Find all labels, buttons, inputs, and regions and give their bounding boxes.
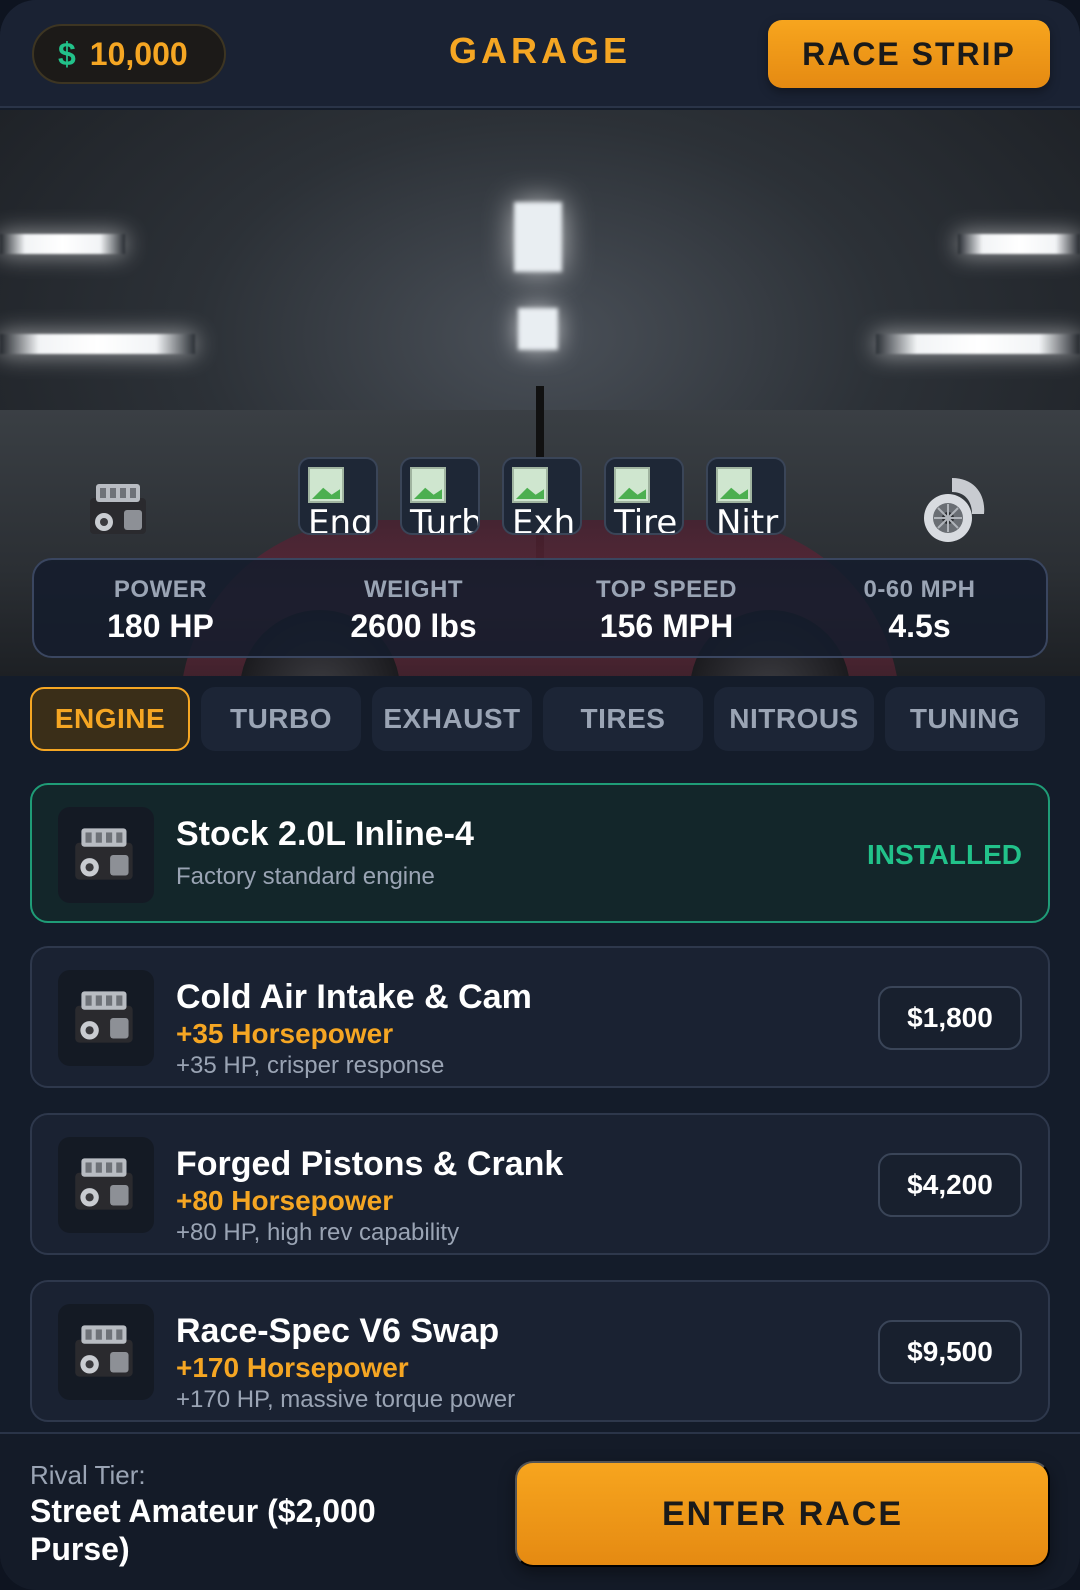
part-name: Race-Spec V6 Swap bbox=[176, 1312, 500, 1350]
engine-icon bbox=[58, 807, 154, 903]
category-tabs: ENGINE TURBO EXHAUST TIRES NITROUS TUNIN… bbox=[30, 687, 1050, 753]
part-subtitle: Factory standard engine bbox=[176, 863, 435, 890]
bottom-bar: Rival Tier: Street Amateur ($2,000 Purse… bbox=[0, 1432, 1080, 1590]
part-description: +80 HP, high rev capability bbox=[176, 1219, 460, 1246]
parts-list: Stock 2.0L Inline-4 Factory standard eng… bbox=[30, 783, 1050, 1447]
ceiling-light bbox=[0, 334, 195, 354]
buy-button[interactable]: $4,200 bbox=[878, 1153, 1022, 1217]
slot-tires[interactable]: Tire bbox=[604, 457, 684, 535]
top-bar: $ 10,000 GARAGE RACE STRIP bbox=[0, 0, 1080, 108]
part-name: Cold Air Intake & Cam bbox=[176, 978, 532, 1016]
stat-value: 4.5s bbox=[888, 608, 951, 644]
part-bonus: +80 Horsepower bbox=[176, 1185, 394, 1216]
tab-tires[interactable]: TIRES bbox=[543, 687, 703, 751]
ceiling-light bbox=[876, 334, 1080, 354]
slot-turbo[interactable]: Turb bbox=[400, 457, 480, 535]
stat-power: POWER 180 HP bbox=[34, 560, 287, 656]
enter-race-button[interactable]: ENTER RACE bbox=[515, 1461, 1050, 1567]
installed-badge: INSTALLED bbox=[866, 839, 1022, 870]
part-card-installed[interactable]: Stock 2.0L Inline-4 Factory standard eng… bbox=[30, 783, 1050, 923]
race-strip-button[interactable]: RACE STRIP bbox=[768, 20, 1050, 88]
garage-scene: Eng Turb Exh Tire Nitr POWER 180 HP WEIG… bbox=[0, 110, 1080, 676]
stat-value: 2600 lbs bbox=[350, 608, 477, 644]
broken-image-icon bbox=[614, 467, 650, 503]
broken-image-icon bbox=[512, 467, 548, 503]
broken-image-icon bbox=[716, 467, 752, 503]
stat-value: 156 MPH bbox=[599, 608, 734, 644]
ceiling-light bbox=[958, 234, 1080, 254]
rival-tier-value: Street Amateur ($2,000 Purse) bbox=[30, 1493, 376, 1567]
ceiling-light bbox=[514, 202, 562, 272]
stat-value: 180 HP bbox=[107, 608, 214, 644]
slot-engine[interactable]: Eng bbox=[298, 457, 378, 535]
slot-exhaust[interactable]: Exh bbox=[502, 457, 582, 535]
tab-tuning[interactable]: TUNING bbox=[885, 687, 1045, 751]
engine-icon bbox=[58, 1304, 154, 1400]
slot-label: Nitr bbox=[716, 503, 779, 535]
stat-label: TOP SPEED bbox=[596, 576, 737, 603]
engine-icon[interactable] bbox=[80, 470, 160, 550]
part-description: +170 HP, massive torque power bbox=[176, 1386, 516, 1413]
buy-button[interactable]: $1,800 bbox=[878, 986, 1022, 1050]
stats-panel: POWER 180 HP WEIGHT 2600 lbs TOP SPEED 1… bbox=[32, 558, 1048, 658]
tab-turbo[interactable]: TURBO bbox=[201, 687, 361, 751]
stat-zero-sixty: 0-60 MPH 4.5s bbox=[793, 560, 1046, 656]
ceiling-light bbox=[0, 234, 125, 254]
part-card[interactable]: Forged Pistons & Crank +80 Horsepower +8… bbox=[30, 1113, 1050, 1255]
broken-image-icon bbox=[410, 467, 446, 503]
stat-label: POWER bbox=[113, 576, 208, 603]
stat-label: WEIGHT bbox=[364, 576, 463, 603]
engine-icon bbox=[58, 970, 154, 1066]
turbo-icon[interactable] bbox=[912, 470, 992, 550]
upgrade-slots: Eng Turb Exh Tire Nitr bbox=[298, 457, 786, 535]
tab-engine[interactable]: ENGINE bbox=[30, 687, 190, 751]
tab-exhaust[interactable]: EXHAUST bbox=[372, 687, 532, 751]
tab-nitrous[interactable]: NITROUS bbox=[714, 687, 874, 751]
buy-button[interactable]: $9,500 bbox=[878, 1320, 1022, 1384]
part-name: Forged Pistons & Crank bbox=[176, 1145, 564, 1183]
slot-label: Turb bbox=[410, 503, 480, 535]
part-bonus: +35 Horsepower bbox=[176, 1018, 394, 1049]
part-card[interactable]: Cold Air Intake & Cam +35 Horsepower +35… bbox=[30, 946, 1050, 1088]
slot-label: Eng bbox=[308, 503, 373, 535]
slot-nitrous[interactable]: Nitr bbox=[706, 457, 786, 535]
slot-label: Tire bbox=[614, 503, 678, 535]
stat-label: 0-60 MPH bbox=[863, 576, 976, 603]
part-name: Stock 2.0L Inline-4 bbox=[176, 815, 474, 853]
stat-weight: WEIGHT 2600 lbs bbox=[287, 560, 540, 656]
slot-label: Exh bbox=[512, 503, 576, 535]
part-bonus: +170 Horsepower bbox=[176, 1352, 409, 1383]
broken-image-icon bbox=[308, 467, 344, 503]
part-description: +35 HP, crisper response bbox=[176, 1052, 445, 1079]
engine-icon bbox=[58, 1137, 154, 1233]
part-card[interactable]: Race-Spec V6 Swap +170 Horsepower +170 H… bbox=[30, 1280, 1050, 1422]
ceiling-light bbox=[518, 308, 558, 350]
garage-screen: $ 10,000 GARAGE RACE STRIP Eng Turb Exh … bbox=[0, 0, 1080, 1590]
rival-tier-label: Rival Tier: bbox=[30, 1460, 146, 1490]
stat-top-speed: TOP SPEED 156 MPH bbox=[540, 560, 793, 656]
